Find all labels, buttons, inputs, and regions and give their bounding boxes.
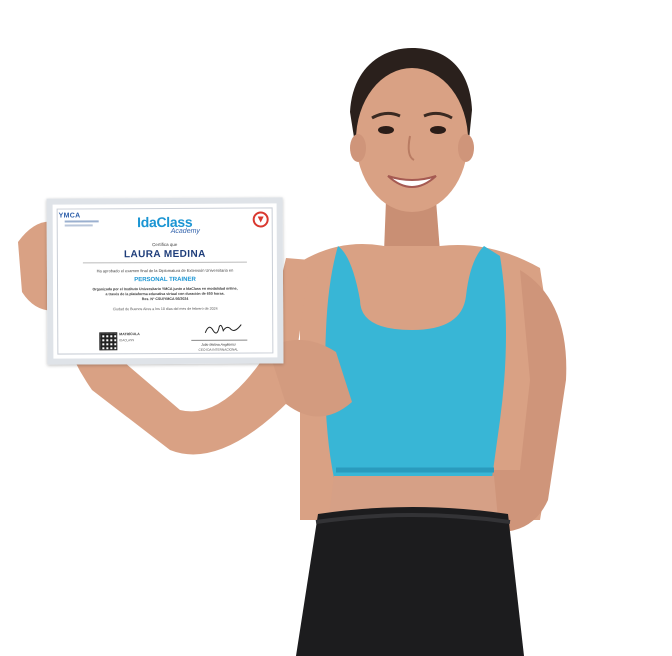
academy-logo-text: Academy [170,227,200,235]
face [356,68,468,212]
leggings [296,507,524,656]
matricula-label: MATRÍCULA [119,332,140,337]
signatory-role: CEO IDA INTERNACIONAL [198,347,239,352]
qr-code-icon [99,332,118,351]
recipient-name: LAURA MEDINA [124,248,206,261]
seal-icon [252,211,269,228]
idaclass-logo: IdaClass [137,213,193,231]
program-title: PERSONAL TRAINER [134,276,196,284]
signatory-name: Julio Molina Anglionisi [201,342,236,347]
certificate: YMCA IdaClass Academy Certifica que LAUR… [46,197,284,365]
signature-icon [204,324,242,334]
photo-scene: YMCA IdaClass Academy Certifica que LAUR… [0,0,672,656]
matricula-value: IDACLASS [119,338,135,343]
